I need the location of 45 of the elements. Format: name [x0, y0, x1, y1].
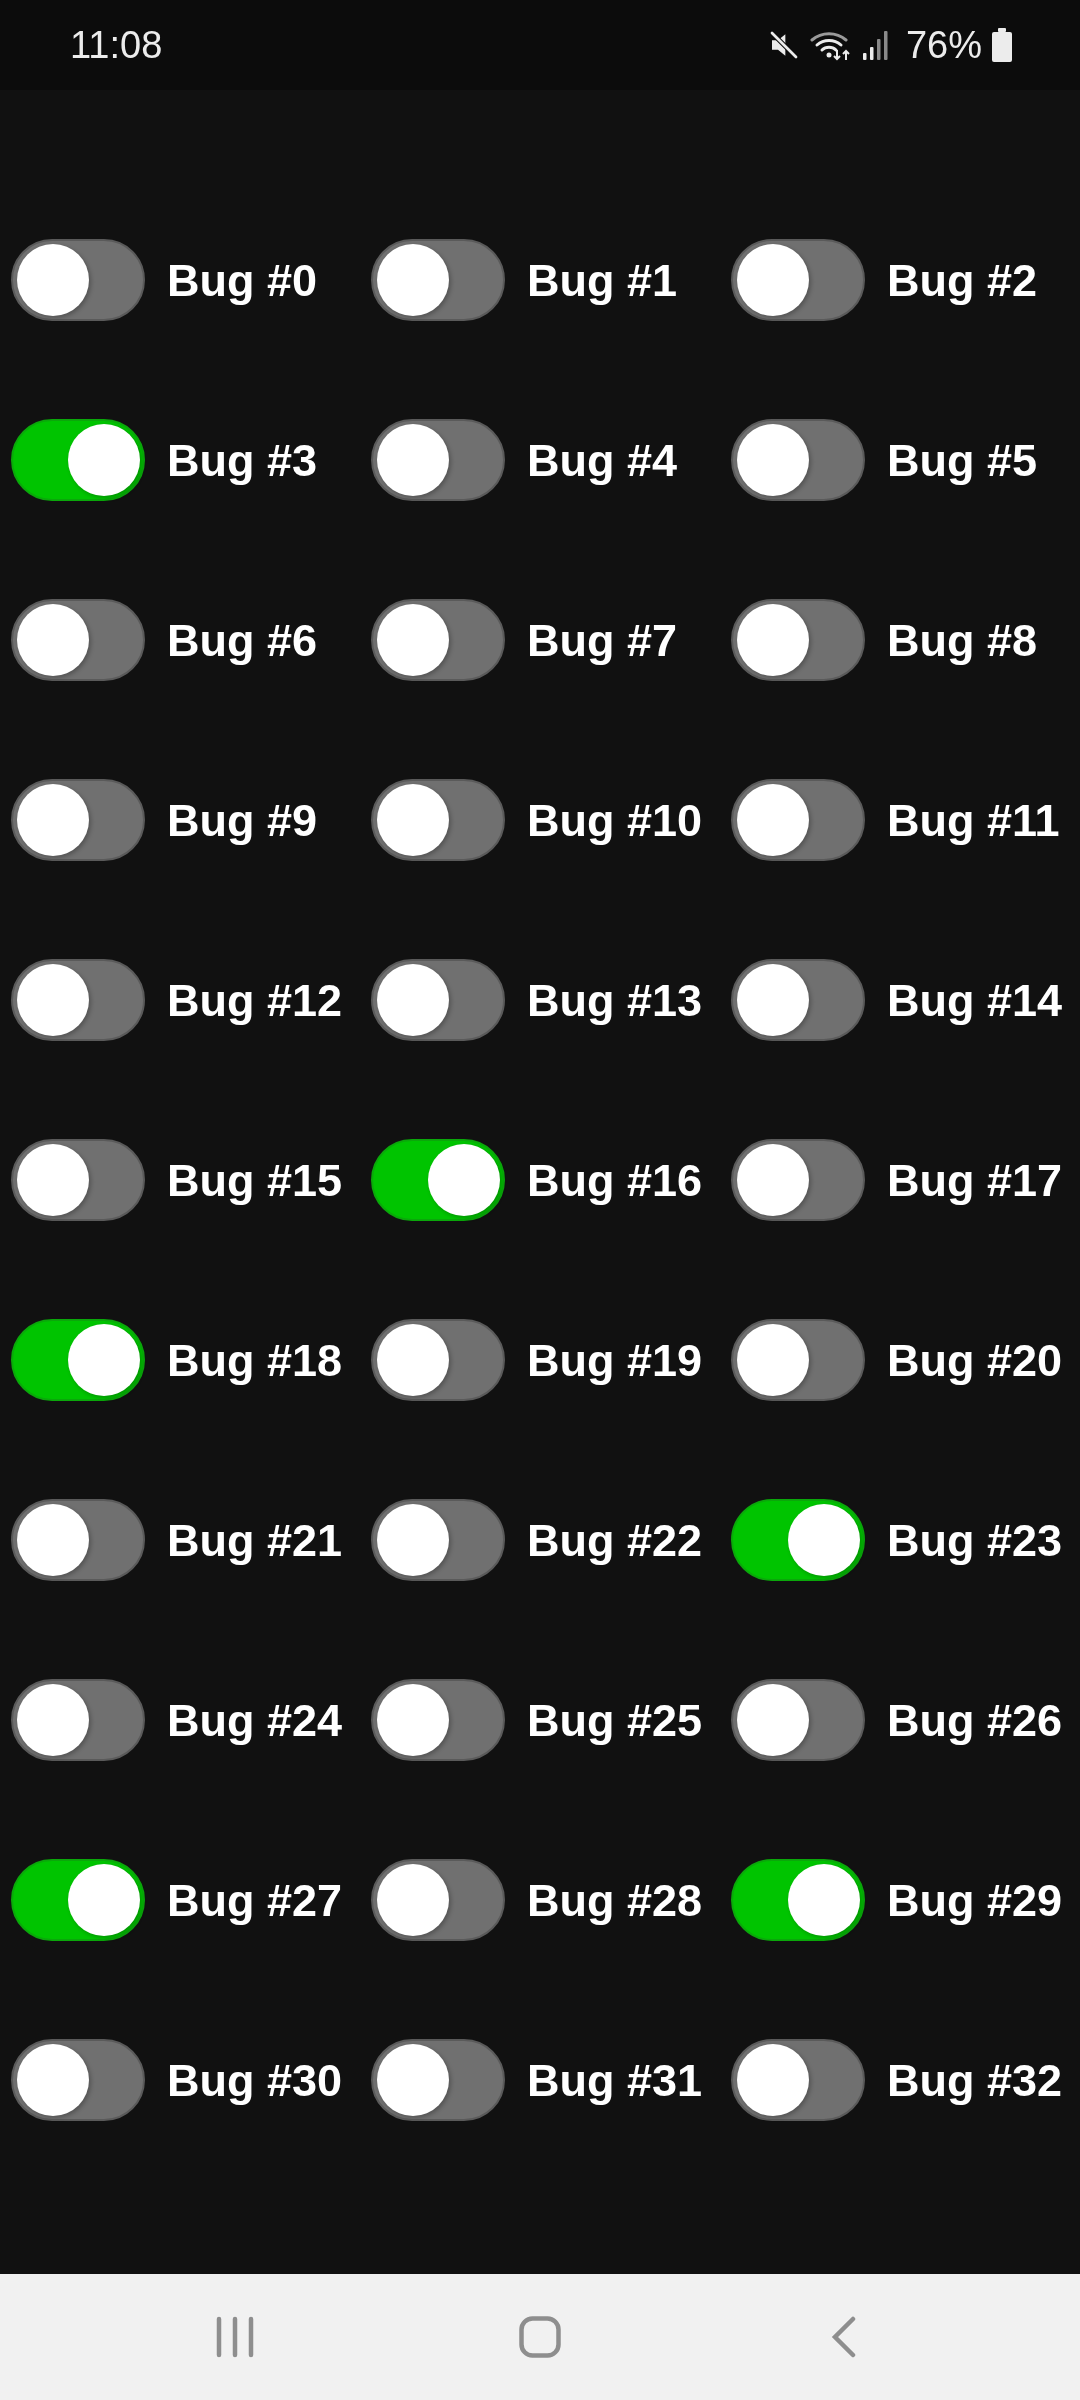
home-icon: [519, 2316, 561, 2358]
switch-label: Bug #15: [167, 1157, 343, 1203]
wifi-icon: [809, 29, 852, 61]
switch-label: Bug #22: [527, 1517, 703, 1563]
battery-icon: [992, 28, 1012, 62]
switch-label: Bug #2: [887, 257, 1038, 303]
back-icon: [831, 2316, 857, 2358]
switch-label: Bug #6: [167, 617, 318, 663]
switch-label: Bug #24: [167, 1697, 343, 1743]
switch-label: Bug #31: [527, 2057, 703, 2103]
switch-label: Bug #1: [527, 257, 678, 303]
switch-label: Bug #16: [527, 1157, 703, 1203]
switch-label: Bug #3: [167, 437, 318, 483]
signal-icon: [861, 29, 890, 61]
switch-label: Bug #10: [527, 797, 703, 843]
switch-label: Bug #20: [887, 1337, 1063, 1383]
switch-label: Bug #32: [887, 2057, 1063, 2103]
switch-label: Bug #17: [887, 1157, 1063, 1203]
mute-icon: [767, 29, 800, 61]
switch-label: Bug #26: [887, 1697, 1063, 1743]
switch-label: Bug #28: [527, 1877, 703, 1923]
switch-label: Bug #30: [167, 2057, 343, 2103]
battery-percentage: 76%: [905, 26, 982, 64]
switch-label: Bug #23: [887, 1517, 1063, 1563]
switch-label: Bug #27: [167, 1877, 343, 1923]
switch-label: Bug #13: [527, 977, 703, 1023]
switch-label: Bug #11: [887, 797, 1060, 843]
switch-label: Bug #25: [527, 1697, 703, 1743]
switch-label: Bug #5: [887, 437, 1038, 483]
switch-label: Bug #18: [167, 1337, 343, 1383]
recent-apps-icon: [216, 2316, 256, 2358]
switch-label: Bug #12: [167, 977, 343, 1023]
switch-label: Bug #4: [527, 437, 678, 483]
switch-label: Bug #8: [887, 617, 1038, 663]
back-button[interactable]: [831, 2316, 857, 2358]
switch-label: Bug #14: [887, 977, 1063, 1023]
switch-label: Bug #29: [887, 1877, 1063, 1923]
switch-label: Bug #21: [167, 1517, 343, 1563]
switch-label: Bug #19: [527, 1337, 703, 1383]
status-time: 11:08: [70, 26, 163, 64]
switch-label: Bug #7: [527, 617, 678, 663]
switch-label: Bug #0: [167, 257, 318, 303]
switch-label: Bug #9: [167, 797, 318, 843]
home-button[interactable]: [519, 2316, 561, 2358]
recent-apps-button[interactable]: [216, 2316, 256, 2358]
